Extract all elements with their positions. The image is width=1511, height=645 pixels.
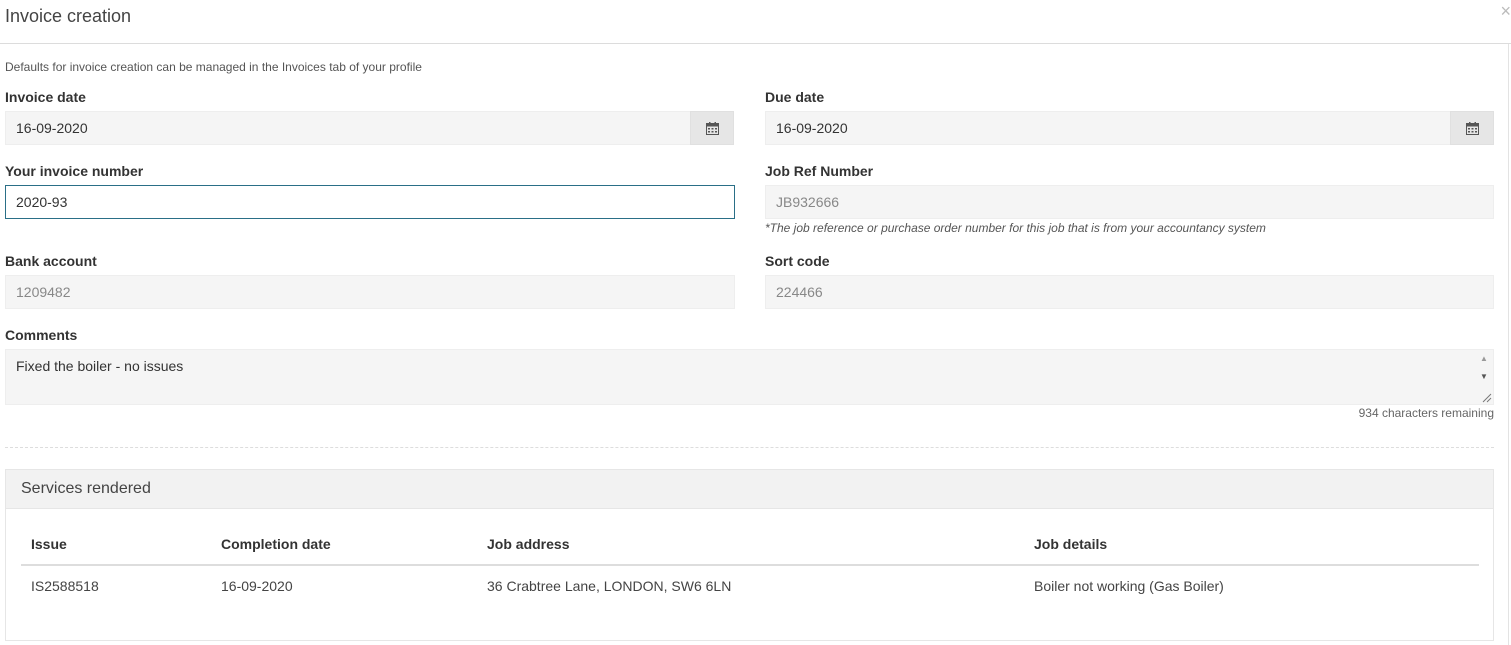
cell-job-address: 36 Crabtree Lane, LONDON, SW6 6LN <box>487 578 732 594</box>
bank-account-input[interactable]: 1209482 <box>5 275 735 309</box>
invoice-number-input[interactable]: 2020-93 <box>5 185 735 219</box>
bank-account-label: Bank account <box>5 253 97 269</box>
services-panel: Services rendered Issue Completion date … <box>5 469 1494 641</box>
table-header-line <box>21 564 1479 566</box>
scroll-down-icon[interactable]: ▼ <box>1479 372 1489 382</box>
characters-remaining: 934 characters remaining <box>1358 406 1494 420</box>
invoice-number-label: Your invoice number <box>5 163 144 179</box>
cell-job-details: Boiler not working (Gas Boiler) <box>1034 578 1224 594</box>
sort-code-input[interactable]: 224466 <box>765 275 1494 309</box>
calendar-icon <box>1465 121 1479 135</box>
resize-handle-icon[interactable] <box>1480 391 1492 403</box>
job-ref-help-text: *The job reference or purchase order num… <box>765 221 1266 235</box>
services-panel-title: Services rendered <box>21 480 151 497</box>
sort-code-label: Sort code <box>765 253 830 269</box>
comments-textarea[interactable]: Fixed the boiler - no issues ▲ ▼ <box>5 349 1494 405</box>
column-header-issue: Issue <box>31 536 67 552</box>
invoice-date-group: 16-09-2020 <box>5 111 734 145</box>
cell-issue: IS2588518 <box>31 578 99 594</box>
scroll-up-icon[interactable]: ▲ <box>1479 354 1489 364</box>
due-date-calendar-button[interactable] <box>1450 111 1494 145</box>
section-divider <box>5 447 1494 448</box>
invoice-date-label: Invoice date <box>5 89 86 105</box>
column-header-job-address: Job address <box>487 536 570 552</box>
job-ref-label: Job Ref Number <box>765 163 874 179</box>
invoice-date-calendar-button[interactable] <box>690 111 734 145</box>
comments-text: Fixed the boiler - no issues <box>16 358 184 374</box>
comments-label: Comments <box>5 327 78 343</box>
services-panel-header: Services rendered <box>6 470 1493 509</box>
due-date-label: Due date <box>765 89 825 105</box>
modal-title: Invoice creation <box>5 6 132 26</box>
defaults-hint: Defaults for invoice creation can be man… <box>5 60 422 74</box>
cell-completion-date: 16-09-2020 <box>221 578 293 594</box>
invoice-date-input[interactable]: 16-09-2020 <box>5 111 691 145</box>
column-header-completion-date: Completion date <box>221 536 331 552</box>
due-date-group: 16-09-2020 <box>765 111 1494 145</box>
due-date-input[interactable]: 16-09-2020 <box>765 111 1451 145</box>
column-header-job-details: Job details <box>1034 536 1108 552</box>
modal-header: Invoice creation × <box>0 0 1511 44</box>
close-icon[interactable]: × <box>1500 2 1511 20</box>
scrollbar-edge <box>1508 44 1509 645</box>
calendar-icon <box>705 121 719 135</box>
job-ref-input[interactable]: JB932666 <box>765 185 1494 219</box>
